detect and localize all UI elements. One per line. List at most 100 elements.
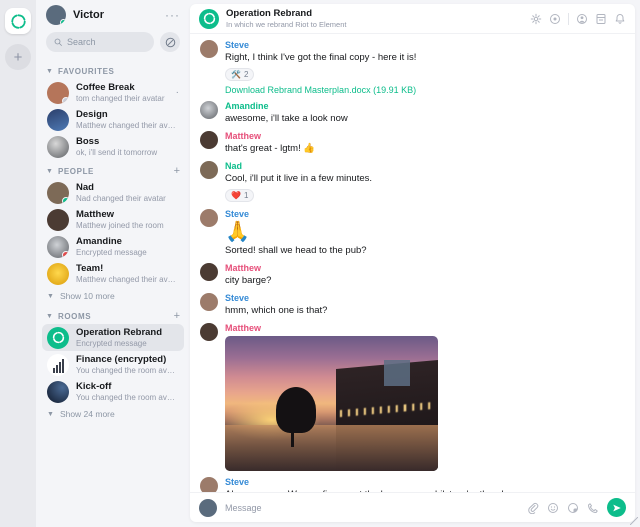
message-reaction[interactable]: ❤️ 1	[225, 189, 255, 202]
search-row: Search	[42, 30, 184, 60]
room-list[interactable]: ▼ FAVOURITES Coffee Break tom changed th…	[42, 60, 184, 527]
avatar[interactable]	[200, 131, 218, 149]
sunset-riverside-photo[interactable]	[225, 336, 438, 471]
search-input[interactable]: Search	[46, 32, 154, 52]
element-logo-icon	[203, 12, 215, 25]
section-title: ROOMS	[57, 312, 92, 321]
room-view: Operation Rebrand In which we rebrand Ri…	[190, 4, 635, 522]
file-download-link[interactable]: Download Rebrand Masterplan.docx (19.91 …	[225, 85, 625, 95]
add-person-button[interactable]: +	[174, 166, 180, 177]
sidebar-item-nad[interactable]: Nad Nad changed their avatar	[42, 179, 184, 206]
space-item-selected[interactable]	[5, 8, 31, 34]
element-logo-icon	[5, 8, 31, 34]
room-info-icon[interactable]	[549, 13, 561, 25]
search-placeholder: Search	[67, 37, 96, 47]
message-event: Steve Ah, awesome. We can figure out the…	[200, 477, 625, 492]
room-subtitle: Nad changed their avatar	[76, 194, 166, 203]
message-event: Amandine awesome, i'll take a look now	[200, 101, 625, 125]
message-text: hmm, which one is that?	[225, 305, 328, 316]
current-user-name: Victor	[73, 9, 104, 21]
send-button[interactable]	[607, 498, 626, 517]
sidebar-item-operation-rebrand[interactable]: Operation Rebrand Encrypted message	[42, 324, 184, 351]
sidebar-item-amandine[interactable]: Amandine Encrypted message	[42, 233, 184, 260]
avatar	[47, 135, 69, 158]
avatar[interactable]	[200, 101, 218, 119]
avatar	[47, 353, 69, 376]
message-sender: Steve	[225, 209, 250, 219]
people-icon[interactable]	[576, 13, 588, 25]
avatar[interactable]	[200, 323, 218, 341]
add-room-button[interactable]: +	[174, 311, 180, 322]
section-header-favourites[interactable]: ▼ FAVOURITES	[42, 60, 184, 79]
avatar[interactable]	[200, 209, 218, 227]
show-more-people-button[interactable]: ▼ Show 10 more	[42, 287, 184, 305]
sidebar-item-team[interactable]: Team! Matthew changed their avatar	[42, 260, 184, 287]
explore-rooms-button[interactable]	[160, 32, 180, 52]
message-sender: Nad	[225, 161, 243, 171]
settings-gear-icon[interactable]	[530, 13, 542, 25]
avatar	[47, 235, 69, 258]
message-event: Steve hmm, which one is that?	[200, 293, 625, 317]
element-logo-icon	[52, 331, 64, 344]
avatar	[47, 181, 69, 204]
message-input[interactable]: Message	[225, 503, 519, 513]
sticker-icon[interactable]	[567, 502, 579, 514]
avatar	[47, 208, 69, 231]
message-reaction[interactable]: 🛠️ 2	[225, 68, 255, 81]
message-sender: Matthew	[225, 323, 261, 333]
notifications-bell-icon[interactable]	[614, 13, 626, 25]
avatar[interactable]	[200, 40, 218, 58]
avatar-badge-icon	[62, 96, 69, 104]
avatar	[47, 108, 69, 131]
room-name: Boss	[76, 136, 100, 147]
room-subtitle: You changed the room avatar	[76, 366, 179, 375]
room-name: Operation Rebrand	[76, 327, 163, 338]
reaction-count: 1	[243, 191, 249, 200]
user-menu-dots-icon[interactable]: ···	[165, 9, 180, 21]
avatar	[47, 262, 69, 285]
attachment-icon[interactable]	[527, 502, 539, 514]
room-subtitle: Encrypted message	[76, 248, 147, 257]
avatar[interactable]	[200, 293, 218, 311]
create-space-button[interactable]: +	[5, 44, 31, 70]
room-name: Finance (encrypted)	[76, 354, 167, 365]
sidebar-item-design[interactable]: Design Matthew changed their avatar	[42, 106, 184, 133]
sidebar-item-boss[interactable]: Boss ok, i'll send it tomorrow	[42, 133, 184, 160]
message-composer: Message	[190, 492, 635, 522]
avatar[interactable]	[200, 477, 218, 492]
files-icon[interactable]	[595, 13, 607, 25]
reaction-emoji: ❤️	[231, 191, 241, 200]
voice-call-icon[interactable]	[587, 502, 599, 514]
room-subtitle: ok, i'll send it tomorrow	[76, 148, 158, 157]
sidebar-item-matthew[interactable]: Matthew Matthew joined the room	[42, 206, 184, 233]
sidebar-item-kickoff[interactable]: Kick-off You changed the room avatar	[42, 378, 184, 405]
alert-badge-icon	[62, 250, 69, 258]
message-event: Nad Cool, i'll put it live in a few minu…	[200, 161, 625, 203]
sidebar-item-finance[interactable]: Finance (encrypted) You changed the room…	[42, 351, 184, 378]
message-event: Matthew	[200, 323, 625, 471]
room-header: Operation Rebrand In which we rebrand Ri…	[190, 4, 635, 34]
avatar[interactable]	[200, 263, 218, 281]
section-header-rooms[interactable]: ▼ ROOMS +	[42, 305, 184, 324]
room-options-dot-icon[interactable]: ·	[176, 87, 179, 97]
section-title: FAVOURITES	[57, 67, 115, 76]
chevron-down-icon: ▼	[47, 410, 54, 418]
room-avatar[interactable]	[199, 8, 219, 29]
search-icon	[54, 38, 62, 46]
room-name: Design	[76, 109, 108, 120]
message-sender: Matthew	[225, 131, 261, 141]
message-text: Cool, i'll put it live in a few minutes.	[225, 173, 373, 184]
show-more-rooms-button[interactable]: ▼ Show 24 more	[42, 405, 184, 423]
element-chat-app: + Victor ··· Search ▼ FAVOURITES Coffee …	[0, 0, 640, 527]
user-menu[interactable]: Victor ···	[42, 0, 184, 30]
chevron-down-icon: ▼	[47, 292, 54, 300]
emoji-icon[interactable]	[547, 502, 559, 514]
room-name: Kick-off	[76, 381, 112, 392]
sidebar-item-coffee-break[interactable]: Coffee Break tom changed their avatar ·	[42, 79, 184, 106]
section-header-people[interactable]: ▼ PEOPLE +	[42, 160, 184, 179]
message-sender: Amandine	[225, 101, 269, 111]
room-name: Matthew	[76, 209, 114, 220]
message-timeline[interactable]: Steve Right, I think I've got the final …	[190, 34, 635, 492]
avatar[interactable]	[200, 161, 218, 179]
window-resize-grip[interactable]	[630, 517, 638, 525]
